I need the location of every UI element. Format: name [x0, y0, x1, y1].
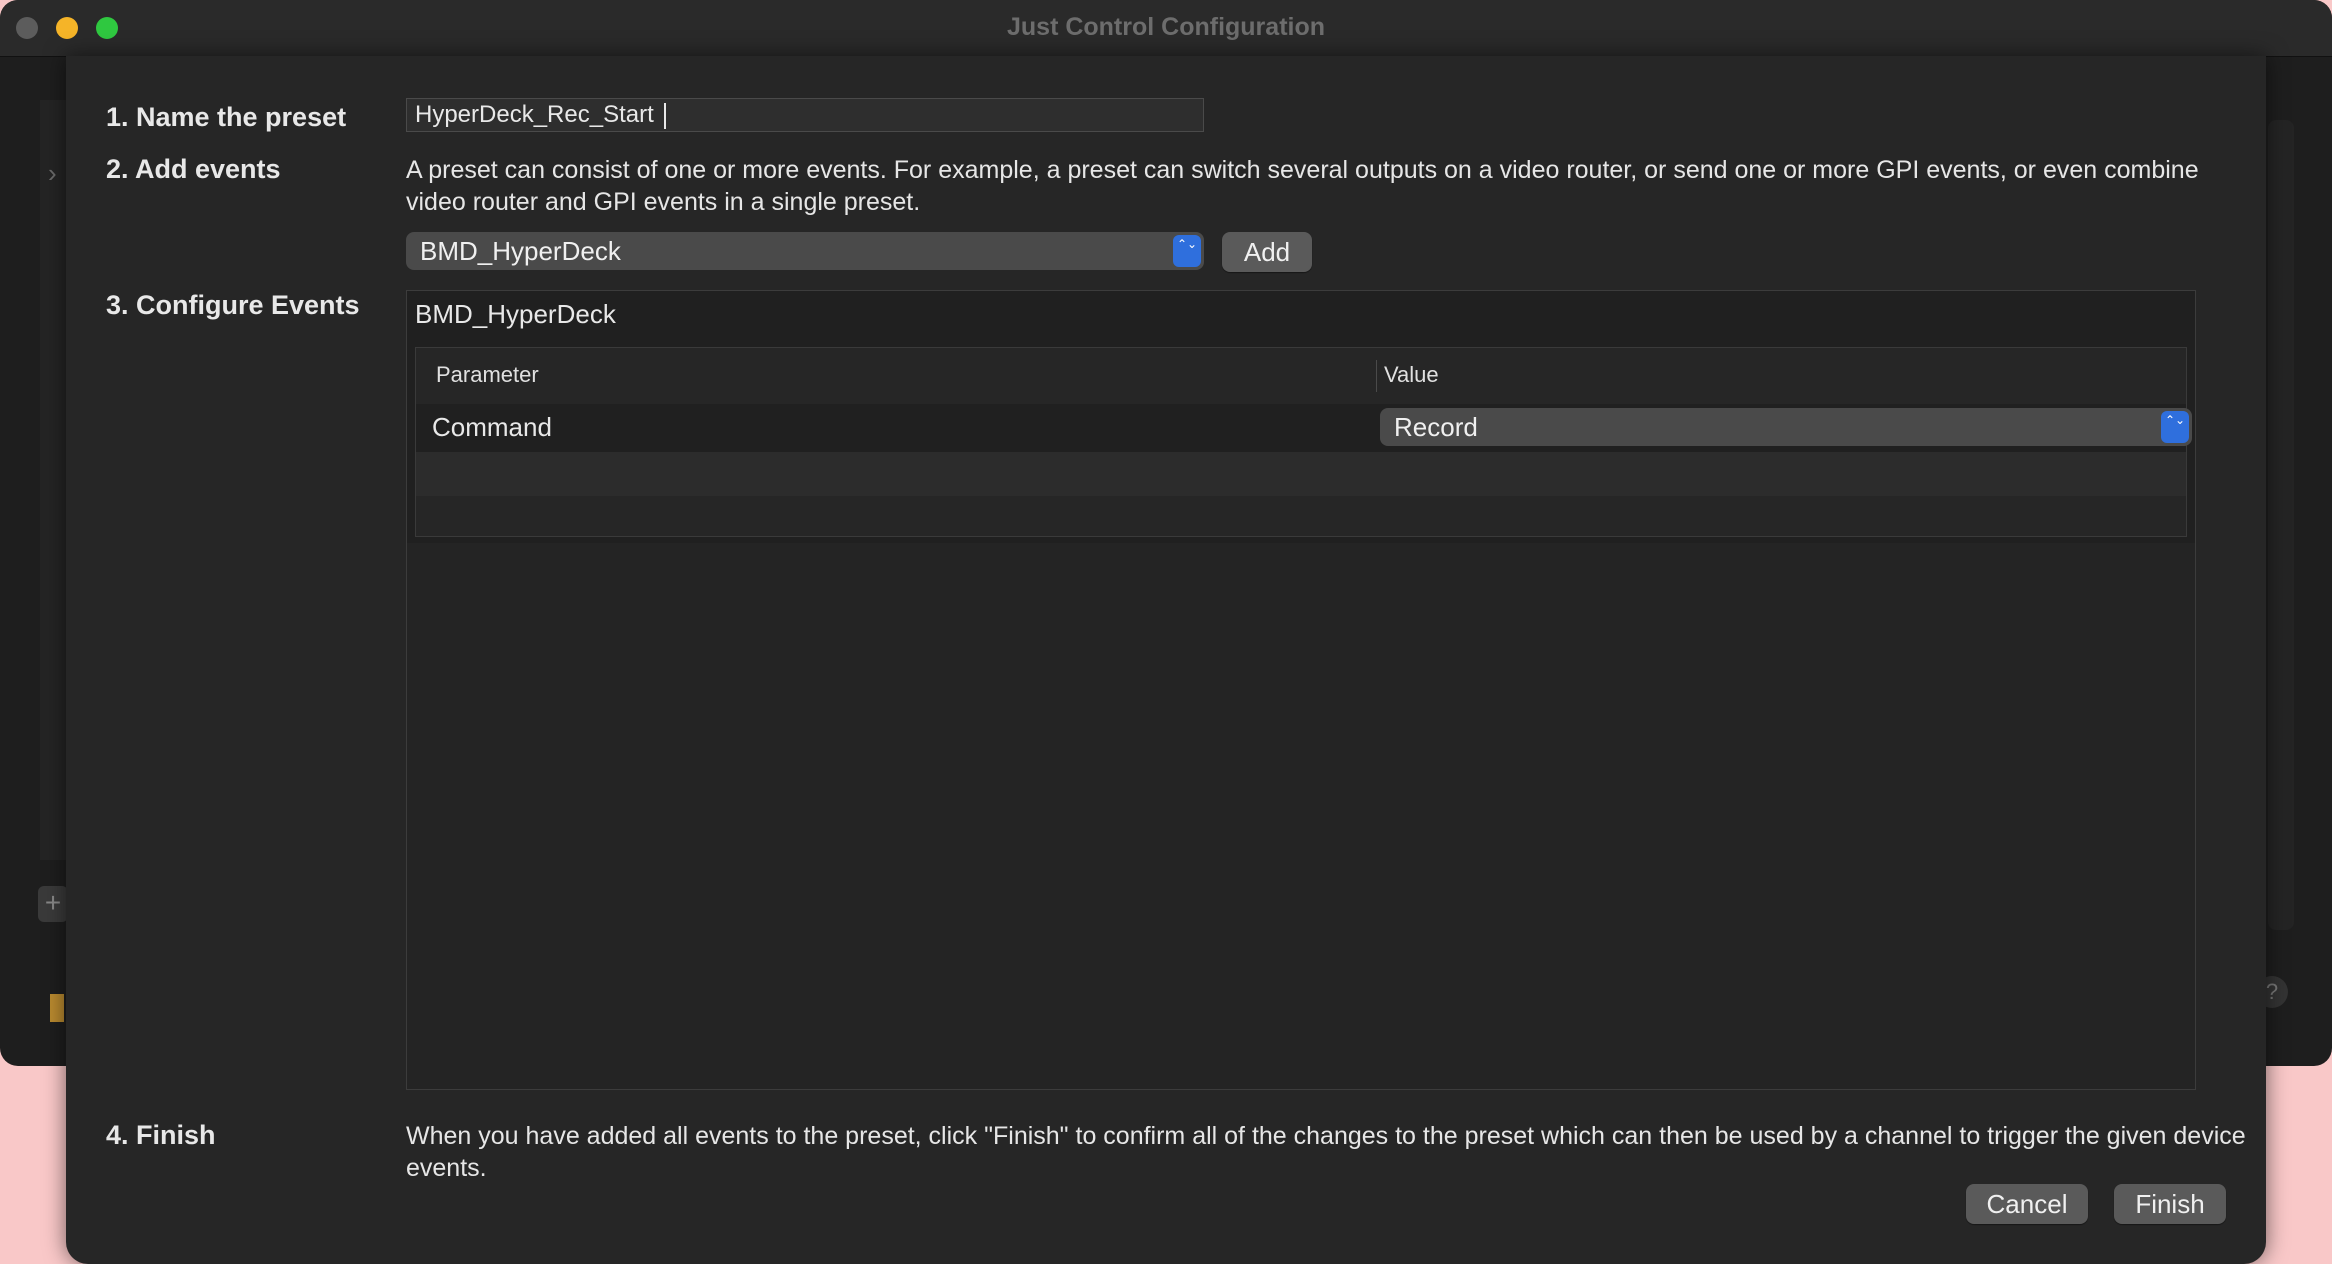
- stepper-icon: ⌃⌄: [2161, 411, 2189, 443]
- cancel-button[interactable]: Cancel: [1966, 1184, 2088, 1224]
- column-divider[interactable]: [1376, 360, 1377, 392]
- text-cursor: [664, 103, 666, 129]
- table-row: [416, 452, 2186, 496]
- column-header-value[interactable]: Value: [1384, 362, 1439, 388]
- parameter-table: Parameter Value Command Record ⌃⌄: [415, 347, 2192, 537]
- table-row: [416, 496, 2186, 536]
- preset-name-input[interactable]: [406, 98, 1204, 132]
- chevron-right-icon[interactable]: ›: [48, 158, 57, 189]
- add-events-description: A preset can consist of one or more even…: [406, 156, 2199, 216]
- color-swatch: [50, 994, 64, 1022]
- add-icon[interactable]: +: [38, 886, 68, 922]
- finish-description: When you have added all events to the pr…: [406, 1122, 2246, 1182]
- finish-button[interactable]: Finish: [2114, 1184, 2226, 1224]
- step-configure-label: 3. Configure Events: [106, 290, 360, 320]
- stepper-icon: ⌃⌄: [1173, 235, 1201, 267]
- events-panel: BMD_HyperDeck Parameter Value Command Re…: [406, 290, 2196, 1090]
- background-right-panel: [2268, 120, 2294, 930]
- event-title: BMD_HyperDeck: [415, 299, 616, 329]
- configuration-sheet: 1. Name the preset 2. Add events A prese…: [66, 56, 2266, 1264]
- value-select-value: Record: [1394, 412, 1478, 442]
- table-header: Parameter Value: [416, 348, 2186, 405]
- title-bar: Just Control Configuration: [0, 0, 2332, 57]
- value-select[interactable]: Record ⌃⌄: [1380, 408, 2192, 446]
- background-sidebar: [40, 100, 66, 860]
- device-select[interactable]: BMD_HyperDeck ⌃⌄: [406, 232, 1204, 270]
- window-title: Just Control Configuration: [1006, 13, 1326, 41]
- column-header-parameter[interactable]: Parameter: [436, 362, 539, 388]
- step-finish-label: 4. Finish: [106, 1120, 216, 1150]
- parameter-cell: Command: [432, 412, 552, 442]
- add-button[interactable]: Add: [1222, 232, 1312, 272]
- table-row[interactable]: Command Record ⌃⌄: [416, 404, 2192, 452]
- device-select-value: BMD_HyperDeck: [420, 236, 621, 266]
- step-add-label: 2. Add events: [106, 154, 281, 184]
- event-block: BMD_HyperDeck Parameter Value Command Re…: [407, 291, 2195, 543]
- step-name-label: 1. Name the preset: [106, 102, 347, 132]
